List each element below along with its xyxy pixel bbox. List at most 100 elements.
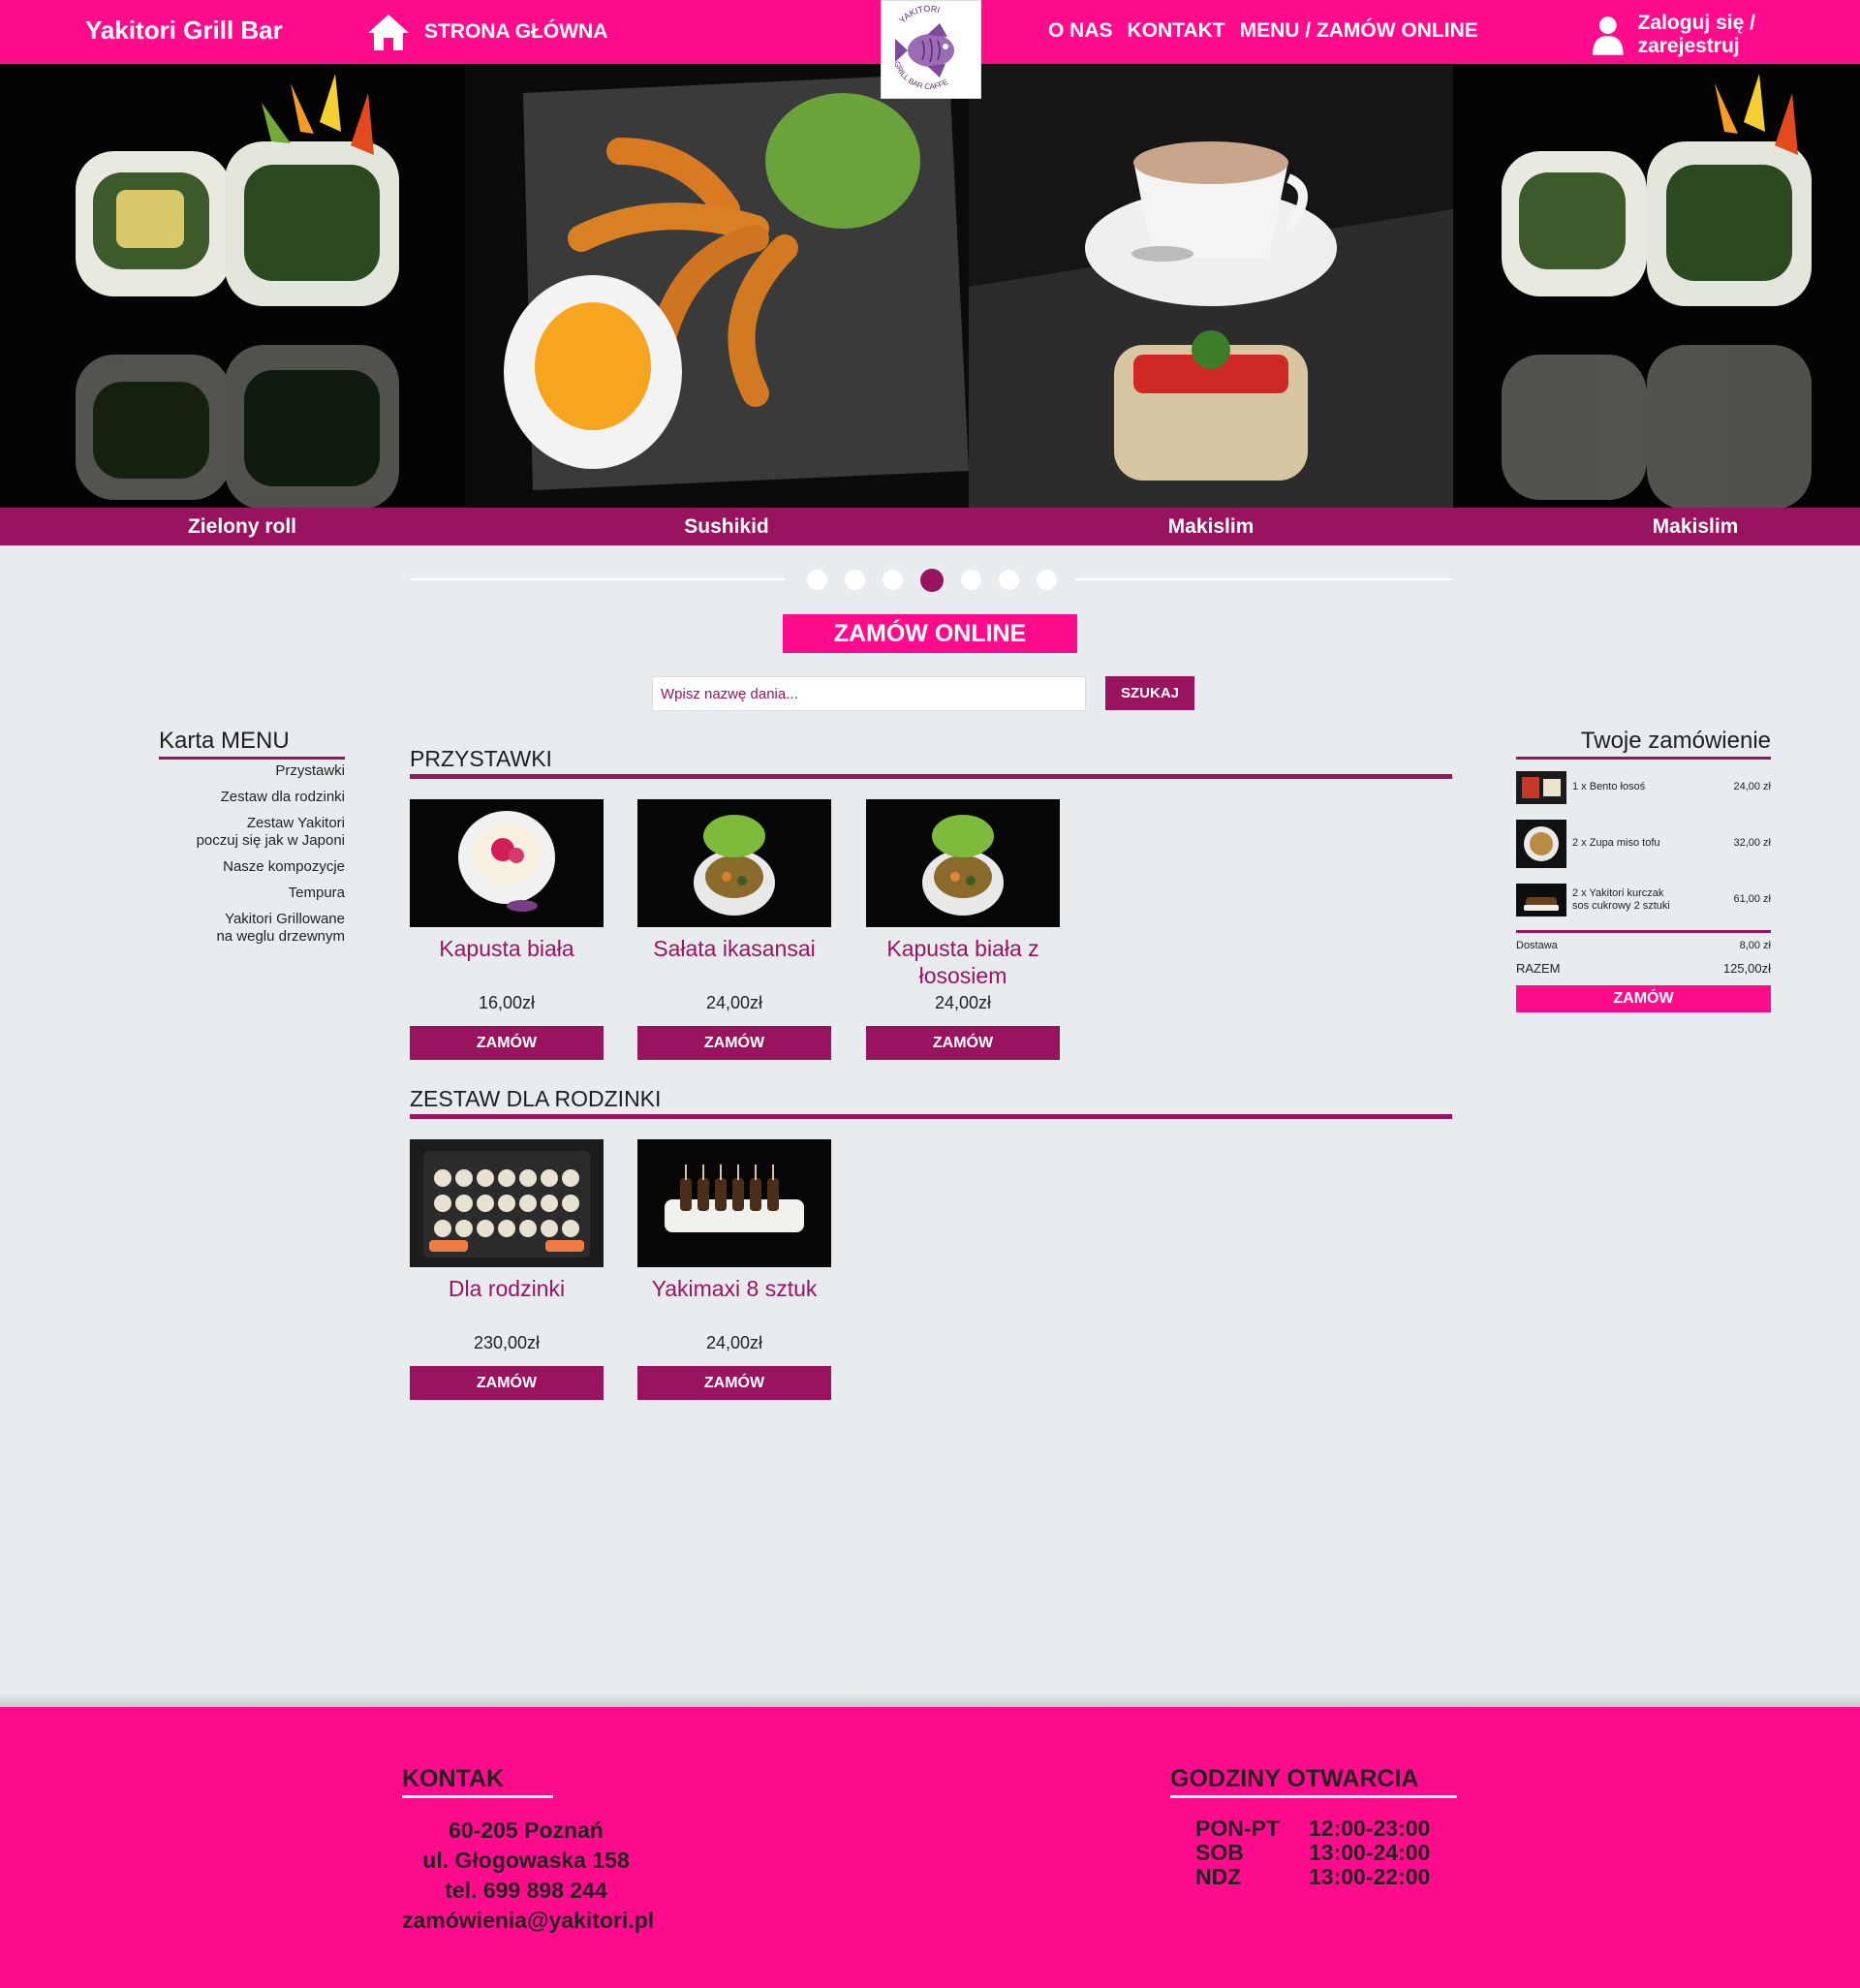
seaweed-salad-image <box>637 799 831 927</box>
login-link[interactable]: Zaloguj się / zarejestruj <box>1592 12 1860 58</box>
hours-time: 13:00-22:00 <box>1309 1864 1431 1889</box>
slide-caption[interactable]: Makislim <box>1598 508 1792 545</box>
product-card: Dla rodzinki 230,00zł ZAMÓW <box>410 1139 604 1400</box>
cart-item-thumbnail <box>1516 771 1566 804</box>
cart-item-price: 24,00 zł <box>1733 781 1771 792</box>
section-title-przystawki: PRZYSTAWKI <box>410 746 1452 779</box>
product-name[interactable]: Dla rodzinki <box>410 1275 604 1331</box>
menu-item-nasze-kompozycje[interactable]: Nasze kompozycje <box>145 858 345 876</box>
product-photo[interactable] <box>410 799 604 927</box>
slider-dot[interactable] <box>961 570 981 590</box>
hours-day: NDZ <box>1195 1864 1242 1889</box>
menu-title: Karta MENU <box>159 728 345 760</box>
cart-item-price: 61,00 zł <box>1733 893 1771 905</box>
search-button[interactable]: SZUKAJ <box>1105 676 1194 710</box>
cart-item-name: 2 x Zupa miso tofu <box>1572 837 1660 849</box>
product-name[interactable]: Sałata ikasansai <box>637 935 831 991</box>
slide-zielony-roll[interactable] <box>0 64 465 508</box>
home-link-label: STRONA GŁÓWNA <box>424 20 608 43</box>
product-price: 24,00zł <box>705 993 763 1012</box>
footer-shadow <box>0 1693 1860 1707</box>
bento-image <box>1516 771 1566 804</box>
product-name[interactable]: Yakimaxi 8 sztuk <box>637 1275 831 1331</box>
product-name[interactable]: Kapusta biała z łososiem <box>866 935 1060 991</box>
slide-makislim-1[interactable] <box>969 64 1453 508</box>
svg-text:YAKITORI: YAKITORI <box>897 4 941 25</box>
slide-sushikid[interactable] <box>465 64 969 508</box>
divider-left <box>410 578 786 580</box>
main-nav: O NAS KONTAKT MENU / ZAMÓW ONLINE <box>1048 19 1478 43</box>
order-button[interactable]: ZAMÓW <box>866 1026 1060 1060</box>
cart-item-name: 1 x Bento łosoś <box>1572 781 1646 792</box>
opening-hours: PON-PT 12:00-23:00 SOB 13:00-24:00 NDZ 13:0… <box>1195 1817 1430 1889</box>
product-photo[interactable] <box>410 1139 604 1267</box>
logo-bottom-text: GRILL BAR CAFFE <box>892 60 949 91</box>
product-card: Kapusta biała z łososiem 24,00zł ZAMÓW <box>866 799 1060 1060</box>
order-online-banner[interactable]: ZAMÓW ONLINE <box>783 614 1077 653</box>
menu-item-tempura[interactable]: Tempura <box>145 885 345 902</box>
slide-makislim-2[interactable] <box>1453 64 1860 508</box>
menu-item-zestaw-yakitori[interactable]: Zestaw Yakitori poczuj się jak w Japoni <box>145 815 345 850</box>
hours-day: PON-PT <box>1195 1816 1280 1841</box>
slider-dot[interactable] <box>1037 570 1057 590</box>
order-button[interactable]: ZAMÓW <box>637 1026 831 1060</box>
cart-item: 1 x Bento łosoś 24,00 zł <box>1516 771 1771 804</box>
product-price: 16,00zł <box>478 993 536 1012</box>
slider-dot[interactable] <box>920 569 944 592</box>
nav-menu-order[interactable]: MENU / ZAMÓW ONLINE <box>1240 19 1478 43</box>
hours-time: 13:00-24:00 <box>1309 1840 1431 1865</box>
tempura-image <box>465 64 969 508</box>
slider-dot[interactable] <box>999 570 1019 590</box>
logo[interactable]: YAKITORI GRILL BAR CAFFE <box>881 0 981 99</box>
footer <box>0 1707 1860 1988</box>
footer-contact-title: KONTAK <box>402 1765 553 1798</box>
product-photo[interactable] <box>866 799 1060 927</box>
svg-text:GRILL BAR CAFFE: GRILL BAR CAFFE <box>892 60 949 91</box>
contact-phone[interactable]: tel. 699 898 244 <box>402 1876 650 1906</box>
slider-dot[interactable] <box>883 570 903 590</box>
slider-captions: Zielony roll Sushikid Makislim Makislim <box>0 508 1860 545</box>
cabbage-salmon-image <box>866 799 1060 927</box>
product-price: 230,00zł <box>473 1333 541 1352</box>
slider-dot[interactable] <box>845 570 865 590</box>
product-price: 24,00zł <box>934 993 992 1012</box>
contact-address-street: ul. Głogowaska 158 <box>422 1848 630 1873</box>
product-card: Kapusta biała 16,00zł ZAMÓW <box>410 799 604 1060</box>
cart-order-button[interactable]: ZAMÓW <box>1516 985 1771 1012</box>
slide-caption[interactable]: Sushikid <box>630 508 823 545</box>
product-name[interactable]: Kapusta biała <box>410 935 604 991</box>
nav-contact[interactable]: KONTAKT <box>1128 19 1225 43</box>
divider-right <box>1075 578 1452 580</box>
hours-row: NDZ 13:00-22:00 <box>1195 1865 1430 1889</box>
sushi-roll-image <box>0 64 465 508</box>
slider-dot[interactable] <box>807 570 827 590</box>
dish-search-input[interactable] <box>652 676 1086 711</box>
cart-divider <box>1516 930 1771 933</box>
user-icon <box>1592 16 1624 55</box>
menu-item-yakitori-grillowane[interactable]: Yakitori Grillowane na weglu drzewnym <box>145 911 345 946</box>
product-photo[interactable] <box>637 799 831 927</box>
slide-caption[interactable]: Zielony roll <box>145 508 339 545</box>
slider-pagination <box>807 569 1057 592</box>
order-button[interactable]: ZAMÓW <box>410 1026 604 1060</box>
contact-address-city: 60-205 Poznań <box>449 1817 604 1843</box>
nav-about[interactable]: O NAS <box>1048 19 1113 43</box>
cart-title: Twoje zamówienie <box>1516 728 1771 760</box>
home-link[interactable]: STRONA GŁÓWNA <box>366 12 607 52</box>
product-photo[interactable] <box>637 1139 831 1267</box>
hours-day: SOB <box>1195 1840 1244 1865</box>
order-button[interactable]: ZAMÓW <box>410 1366 604 1400</box>
cart-item-name: 2 x Yakitori kurczak sos cukrowy 2 sztuk… <box>1572 887 1670 912</box>
slide-caption[interactable]: Makislim <box>1114 508 1308 545</box>
cart-item-thumbnail <box>1516 884 1566 916</box>
family-sushi-set-image <box>410 1139 604 1267</box>
total-label: RAZEM <box>1516 961 1561 976</box>
menu-item-przystawki[interactable]: Przystawki <box>145 762 345 780</box>
delivery-value: 8,00 zł <box>1739 940 1771 951</box>
menu-item-zestaw-dla-rodzinki[interactable]: Zestaw dla rodzinki <box>145 789 345 806</box>
contact-email[interactable]: zamówienia@yakitori.pl <box>402 1906 654 1936</box>
product-card: Yakimaxi 8 sztuk 24,00zł ZAMÓW <box>637 1139 831 1400</box>
brand-title[interactable]: Yakitori Grill Bar <box>85 16 283 46</box>
order-button[interactable]: ZAMÓW <box>637 1366 831 1400</box>
hours-time: 12:00-23:00 <box>1309 1816 1431 1841</box>
